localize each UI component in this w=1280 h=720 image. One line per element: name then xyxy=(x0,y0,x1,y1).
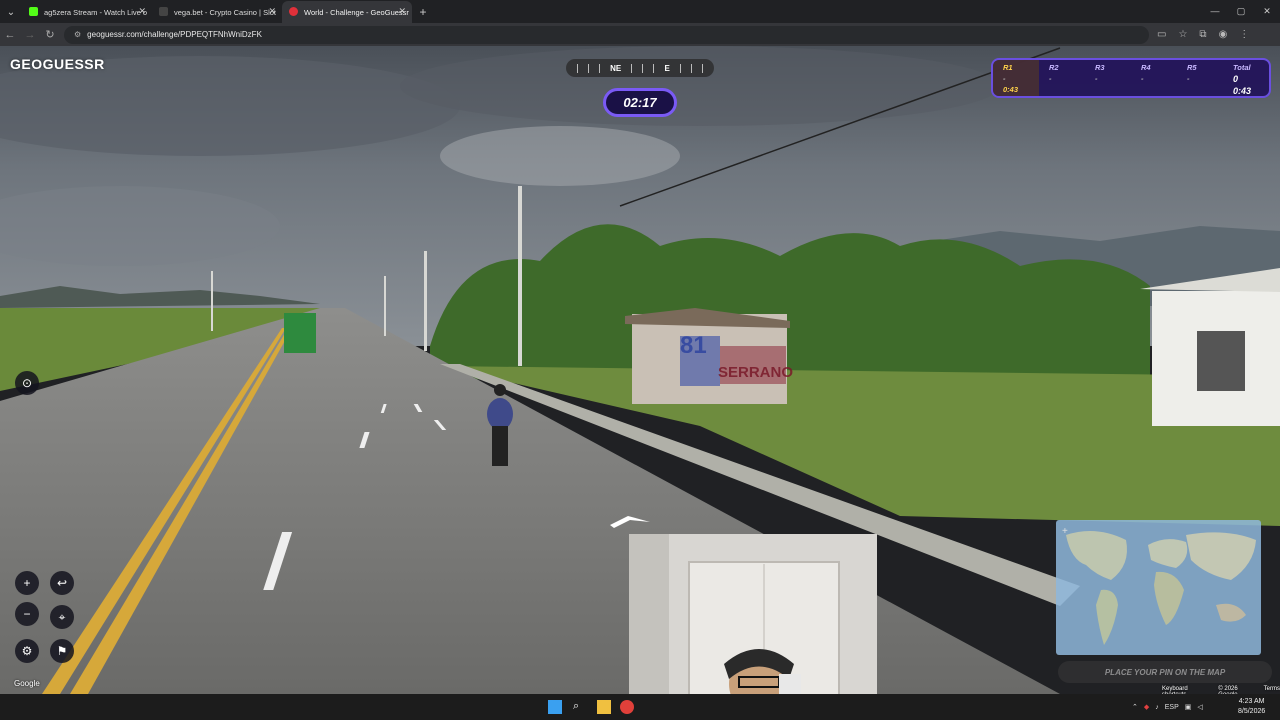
url-field[interactable]: ⚙ geoguessr.com/challenge/PDPEQTFNhWniDz… xyxy=(64,25,1149,44)
tab-title: World - Challenge - GeoGuessr xyxy=(304,7,409,17)
tab-title: vega.bet - Crypto Casino | Slot xyxy=(174,7,276,17)
taskbar-search-icon[interactable]: ⌕ xyxy=(573,700,587,714)
clock-time: 4:23 AM xyxy=(1238,698,1265,705)
round-timer: 02:17 xyxy=(603,88,677,117)
minimize-icon[interactable]: — xyxy=(1202,0,1228,22)
file-explorer-icon[interactable] xyxy=(597,700,611,714)
google-watermark: Google xyxy=(14,679,40,688)
windows-taskbar xyxy=(0,694,1280,720)
browser-tab-3[interactable]: World - Challenge - GeoGuessr ✕ xyxy=(282,1,412,23)
round-cell-total: Total 0 0:43 xyxy=(1223,60,1269,96)
compass: NE E xyxy=(566,59,714,77)
flag-checkpoint-button[interactable]: ⚑ xyxy=(50,639,74,663)
microphone-icon[interactable]: ♪ xyxy=(1155,704,1159,711)
close-tab-icon[interactable]: ✕ xyxy=(398,6,406,17)
kick-favicon-icon xyxy=(29,7,38,16)
maximize-icon[interactable]: ▢ xyxy=(1228,0,1254,22)
round-score: - xyxy=(1095,74,1098,83)
place-pin-button[interactable]: PLACE YOUR PIN ON THE MAP xyxy=(1058,661,1272,683)
round-label: R5 xyxy=(1187,63,1197,72)
round-scoreboard: R1 - 0:43 R2 - R3 - R4 - R5 - Total 0 0:… xyxy=(991,58,1271,98)
tray-app-icon[interactable]: ◆ xyxy=(1144,703,1149,711)
zoom-out-button[interactable]: − xyxy=(15,602,39,626)
total-score: 0 xyxy=(1233,74,1239,84)
cast-icon[interactable]: ▭ xyxy=(1157,29,1166,40)
bookmark-star-icon[interactable]: ☆ xyxy=(1178,29,1187,40)
round-label: R3 xyxy=(1095,63,1105,72)
system-tray: ⌃ ◆ ♪ ESP ▣ ◁ xyxy=(1132,694,1203,720)
forward-icon[interactable]: → xyxy=(20,29,40,41)
browser-tabbar: ⌄ ag5zera Stream - Watch Live o ✕ vega.b… xyxy=(0,0,1280,23)
round-label: R4 xyxy=(1141,63,1151,72)
round-label: R2 xyxy=(1049,63,1059,72)
site-info-icon[interactable]: ⚙ xyxy=(74,30,81,39)
close-tab-icon[interactable]: ✕ xyxy=(138,6,146,17)
wall-sign-name: SERRANO xyxy=(718,364,794,381)
geoguessr-logo[interactable]: GEOGUESSR xyxy=(10,56,105,72)
close-tab-icon[interactable]: ✕ xyxy=(268,6,276,17)
geoguessr-favicon-icon xyxy=(289,7,298,16)
logo-text: GEOGUESSR xyxy=(10,56,105,72)
round-cell-r4: R4 - xyxy=(1131,60,1177,96)
guess-minimap[interactable]: + xyxy=(1056,520,1261,655)
address-bar: ← → ↻ ⚙ geoguessr.com/challenge/PDPEQTFN… xyxy=(0,23,1280,46)
streamer-webcam xyxy=(629,534,877,720)
round-score: - xyxy=(1049,74,1052,83)
browser-tab-2[interactable]: vega.bet - Crypto Casino | Slot ✕ xyxy=(152,1,282,23)
round-cell-r3: R3 - xyxy=(1085,60,1131,96)
round-cell-r5: R5 - xyxy=(1177,60,1223,96)
new-tab-button[interactable]: + xyxy=(412,1,434,23)
round-time: 0:43 xyxy=(1003,85,1019,94)
round-cell-r1: R1 - 0:43 xyxy=(993,60,1039,96)
language-indicator[interactable]: ESP xyxy=(1165,704,1179,711)
extensions-icon[interactable]: ⧉ xyxy=(1199,29,1206,40)
clock-date: 8/5/2026 xyxy=(1238,708,1266,715)
network-icon[interactable]: ▣ xyxy=(1185,703,1192,711)
settings-gear-icon[interactable]: ⚙ xyxy=(15,639,39,663)
return-to-start-button[interactable]: ⌖ xyxy=(50,605,74,629)
url-text: geoguessr.com/challenge/PDPEQTFNhWniDzFK xyxy=(87,30,262,39)
map-pin-icon[interactable]: ⊙ xyxy=(15,371,39,395)
total-label: Total xyxy=(1233,63,1251,72)
round-label: R1 xyxy=(1003,63,1013,72)
zoom-in-button[interactable]: + xyxy=(15,571,39,595)
close-window-icon[interactable]: ✕ xyxy=(1254,0,1280,22)
timer-value: 02:17 xyxy=(623,95,657,110)
reload-icon[interactable]: ↻ xyxy=(40,28,60,41)
vega-favicon-icon xyxy=(159,7,168,16)
chrome-icon[interactable] xyxy=(620,700,634,714)
round-score: - xyxy=(1003,74,1006,83)
round-score: - xyxy=(1187,74,1190,83)
compass-heading-e: E xyxy=(664,63,670,73)
undo-move-button[interactable]: ↩ xyxy=(50,571,74,595)
round-cell-r2: R2 - xyxy=(1039,60,1085,96)
profile-icon[interactable]: ◉ xyxy=(1219,29,1228,40)
back-icon[interactable]: ← xyxy=(0,29,20,41)
tab-search-icon[interactable]: ⌄ xyxy=(0,1,22,23)
round-score: - xyxy=(1141,74,1144,83)
menu-icon[interactable]: ⋮ xyxy=(1239,29,1249,40)
place-pin-label: PLACE YOUR PIN ON THE MAP xyxy=(1104,667,1226,677)
compass-heading-ne: NE xyxy=(610,63,622,73)
minimap-zoom-in-button[interactable]: + xyxy=(1062,526,1068,537)
windows-start-icon[interactable] xyxy=(548,700,562,714)
total-time: 0:43 xyxy=(1233,86,1252,96)
wall-sign-number: 81 xyxy=(680,332,707,359)
browser-tab-1[interactable]: ag5zera Stream - Watch Live o ✕ xyxy=(22,1,152,23)
taskbar-clock[interactable]: 4:23 AM 8/5/2026 xyxy=(1238,697,1265,717)
volume-icon[interactable]: ◁ xyxy=(1197,703,1202,711)
tab-title: ag5zera Stream - Watch Live o xyxy=(44,7,148,17)
tray-chevron-icon[interactable]: ⌃ xyxy=(1132,703,1138,711)
